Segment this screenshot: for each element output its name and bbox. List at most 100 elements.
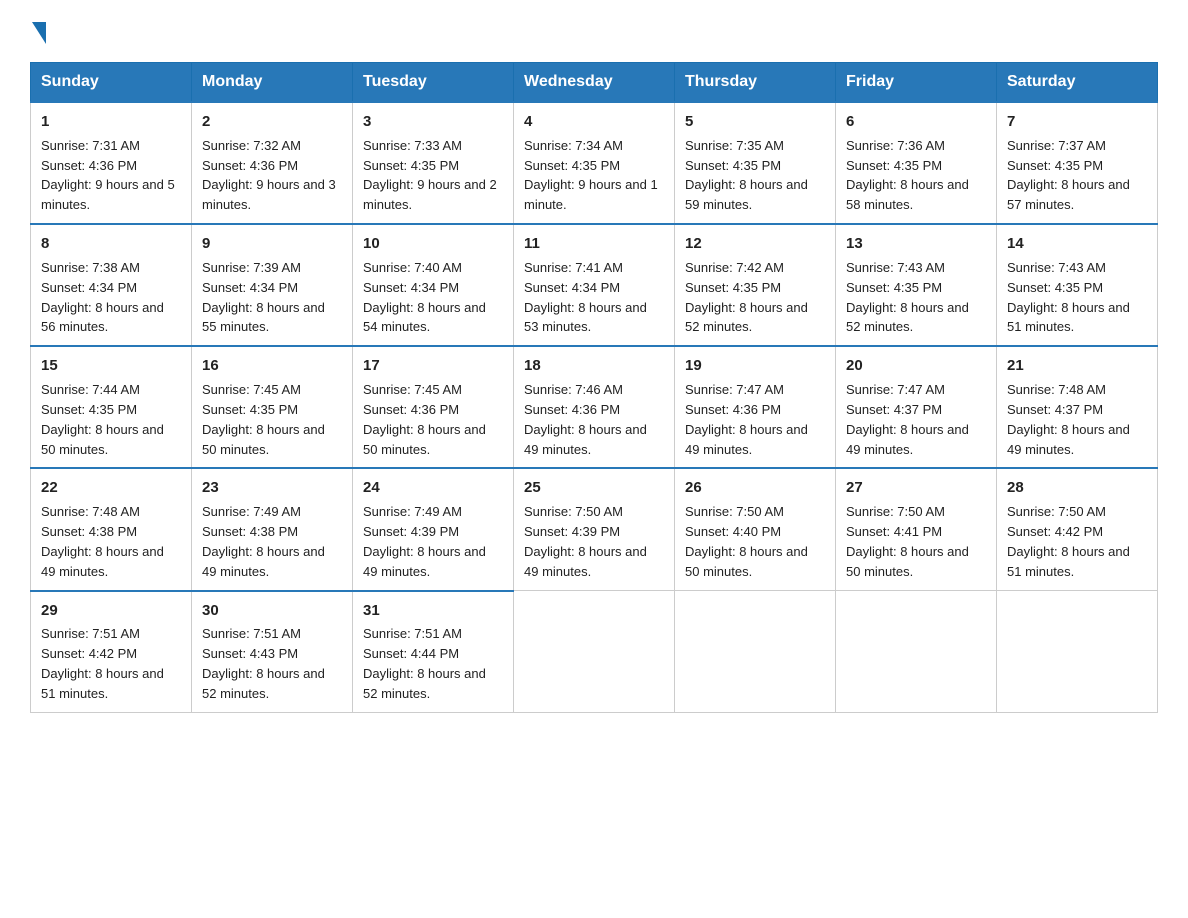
calendar-cell: 18 Sunrise: 7:46 AMSunset: 4:36 PMDayligh… [514, 346, 675, 468]
day-number: 21 [1007, 355, 1147, 377]
calendar-cell: 7 Sunrise: 7:37 AMSunset: 4:35 PMDaylight… [997, 102, 1158, 224]
calendar-cell: 2Sunrise: 7:32 AMSunset: 4:36 PMDaylight… [192, 102, 353, 224]
day-number: 7 [1007, 111, 1147, 133]
day-number: 6 [846, 111, 986, 133]
logo-arrow-icon [32, 22, 46, 44]
calendar-cell [836, 591, 997, 713]
day-info: Sunrise: 7:45 AMSunset: 4:35 PMDaylight:… [202, 382, 325, 457]
calendar-cell: 27 Sunrise: 7:50 AMSunset: 4:41 PMDayligh… [836, 468, 997, 590]
calendar-cell [514, 591, 675, 713]
weekday-header-tuesday: Tuesday [353, 63, 514, 103]
day-info: Sunrise: 7:50 AMSunset: 4:39 PMDaylight:… [524, 504, 647, 579]
calendar-cell: 8 Sunrise: 7:38 AMSunset: 4:34 PMDaylight… [31, 224, 192, 346]
calendar-cell: 21 Sunrise: 7:48 AMSunset: 4:37 PMDayligh… [997, 346, 1158, 468]
day-info: Sunrise: 7:48 AMSunset: 4:37 PMDaylight:… [1007, 382, 1130, 457]
day-info: Sunrise: 7:50 AMSunset: 4:40 PMDaylight:… [685, 504, 808, 579]
page-header [30, 20, 1158, 44]
weekday-header-row: SundayMondayTuesdayWednesdayThursdayFrid… [31, 63, 1158, 103]
weekday-header-sunday: Sunday [31, 63, 192, 103]
calendar-cell: 22Sunrise: 7:48 AMSunset: 4:38 PMDayligh… [31, 468, 192, 590]
calendar-cell: 14Sunrise: 7:43 AMSunset: 4:35 PMDayligh… [997, 224, 1158, 346]
calendar-cell: 13Sunrise: 7:43 AMSunset: 4:35 PMDayligh… [836, 224, 997, 346]
day-info: Sunrise: 7:43 AMSunset: 4:35 PMDaylight:… [846, 260, 969, 335]
calendar-cell: 20 Sunrise: 7:47 AMSunset: 4:37 PMDayligh… [836, 346, 997, 468]
day-info: Sunrise: 7:38 AMSunset: 4:34 PMDaylight:… [41, 260, 164, 335]
day-number: 16 [202, 355, 342, 377]
day-number: 25 [524, 477, 664, 499]
day-info: Sunrise: 7:51 AMSunset: 4:42 PMDaylight:… [41, 626, 164, 701]
day-info: Sunrise: 7:44 AMSunset: 4:35 PMDaylight:… [41, 382, 164, 457]
day-number: 29 [41, 600, 181, 622]
calendar-cell: 24 Sunrise: 7:49 AMSunset: 4:39 PMDayligh… [353, 468, 514, 590]
day-info: Sunrise: 7:46 AMSunset: 4:36 PMDaylight:… [524, 382, 647, 457]
week-row-3: 15 Sunrise: 7:44 AMSunset: 4:35 PMDayligh… [31, 346, 1158, 468]
day-number: 27 [846, 477, 986, 499]
day-info: Sunrise: 7:47 AMSunset: 4:36 PMDaylight:… [685, 382, 808, 457]
weekday-header-thursday: Thursday [675, 63, 836, 103]
day-info: Sunrise: 7:42 AMSunset: 4:35 PMDaylight:… [685, 260, 808, 335]
calendar-cell [675, 591, 836, 713]
calendar-cell: 9 Sunrise: 7:39 AMSunset: 4:34 PMDaylight… [192, 224, 353, 346]
weekday-header-saturday: Saturday [997, 63, 1158, 103]
day-info: Sunrise: 7:43 AMSunset: 4:35 PMDaylight:… [1007, 260, 1130, 335]
calendar-cell: 15 Sunrise: 7:44 AMSunset: 4:35 PMDayligh… [31, 346, 192, 468]
day-number: 31 [363, 600, 503, 622]
day-number: 20 [846, 355, 986, 377]
weekday-header-friday: Friday [836, 63, 997, 103]
day-info: Sunrise: 7:51 AMSunset: 4:44 PMDaylight:… [363, 626, 486, 701]
day-number: 3 [363, 111, 503, 133]
day-number: 4 [524, 111, 664, 133]
day-info: Sunrise: 7:45 AMSunset: 4:36 PMDaylight:… [363, 382, 486, 457]
calendar-table: SundayMondayTuesdayWednesdayThursdayFrid… [30, 62, 1158, 713]
day-info: Sunrise: 7:49 AMSunset: 4:39 PMDaylight:… [363, 504, 486, 579]
day-info: Sunrise: 7:35 AMSunset: 4:35 PMDaylight:… [685, 138, 808, 213]
calendar-cell: 11Sunrise: 7:41 AMSunset: 4:34 PMDayligh… [514, 224, 675, 346]
day-number: 28 [1007, 477, 1147, 499]
day-info: Sunrise: 7:47 AMSunset: 4:37 PMDaylight:… [846, 382, 969, 457]
calendar-cell: 12 Sunrise: 7:42 AMSunset: 4:35 PMDayligh… [675, 224, 836, 346]
day-number: 1 [41, 111, 181, 133]
calendar-cell: 23Sunrise: 7:49 AMSunset: 4:38 PMDayligh… [192, 468, 353, 590]
calendar-cell: 25 Sunrise: 7:50 AMSunset: 4:39 PMDayligh… [514, 468, 675, 590]
week-row-4: 22Sunrise: 7:48 AMSunset: 4:38 PMDayligh… [31, 468, 1158, 590]
calendar-cell: 1 Sunrise: 7:31 AMSunset: 4:36 PMDaylight… [31, 102, 192, 224]
day-info: Sunrise: 7:50 AMSunset: 4:41 PMDaylight:… [846, 504, 969, 579]
day-info: Sunrise: 7:50 AMSunset: 4:42 PMDaylight:… [1007, 504, 1130, 579]
calendar-cell: 3 Sunrise: 7:33 AMSunset: 4:35 PMDaylight… [353, 102, 514, 224]
calendar-cell: 10Sunrise: 7:40 AMSunset: 4:34 PMDayligh… [353, 224, 514, 346]
calendar-cell: 29 Sunrise: 7:51 AMSunset: 4:42 PMDayligh… [31, 591, 192, 713]
day-number: 18 [524, 355, 664, 377]
day-info: Sunrise: 7:31 AMSunset: 4:36 PMDaylight:… [41, 138, 175, 213]
day-number: 11 [524, 233, 664, 255]
day-info: Sunrise: 7:40 AMSunset: 4:34 PMDaylight:… [363, 260, 486, 335]
day-info: Sunrise: 7:51 AMSunset: 4:43 PMDaylight:… [202, 626, 325, 701]
calendar-cell: 16 Sunrise: 7:45 AMSunset: 4:35 PMDayligh… [192, 346, 353, 468]
day-number: 19 [685, 355, 825, 377]
day-info: Sunrise: 7:49 AMSunset: 4:38 PMDaylight:… [202, 504, 325, 579]
calendar-cell: 17 Sunrise: 7:45 AMSunset: 4:36 PMDayligh… [353, 346, 514, 468]
day-info: Sunrise: 7:32 AMSunset: 4:36 PMDaylight:… [202, 138, 336, 213]
calendar-cell: 30 Sunrise: 7:51 AMSunset: 4:43 PMDayligh… [192, 591, 353, 713]
day-info: Sunrise: 7:33 AMSunset: 4:35 PMDaylight:… [363, 138, 497, 213]
week-row-5: 29 Sunrise: 7:51 AMSunset: 4:42 PMDayligh… [31, 591, 1158, 713]
day-number: 30 [202, 600, 342, 622]
day-number: 17 [363, 355, 503, 377]
logo [30, 20, 46, 44]
week-row-2: 8 Sunrise: 7:38 AMSunset: 4:34 PMDaylight… [31, 224, 1158, 346]
calendar-cell: 31 Sunrise: 7:51 AMSunset: 4:44 PMDayligh… [353, 591, 514, 713]
day-number: 8 [41, 233, 181, 255]
week-row-1: 1 Sunrise: 7:31 AMSunset: 4:36 PMDaylight… [31, 102, 1158, 224]
day-number: 9 [202, 233, 342, 255]
day-number: 15 [41, 355, 181, 377]
weekday-header-wednesday: Wednesday [514, 63, 675, 103]
calendar-cell [997, 591, 1158, 713]
day-info: Sunrise: 7:37 AMSunset: 4:35 PMDaylight:… [1007, 138, 1130, 213]
calendar-cell: 28 Sunrise: 7:50 AMSunset: 4:42 PMDayligh… [997, 468, 1158, 590]
day-number: 24 [363, 477, 503, 499]
calendar-cell: 4Sunrise: 7:34 AMSunset: 4:35 PMDaylight… [514, 102, 675, 224]
day-info: Sunrise: 7:39 AMSunset: 4:34 PMDaylight:… [202, 260, 325, 335]
day-number: 12 [685, 233, 825, 255]
day-number: 26 [685, 477, 825, 499]
day-info: Sunrise: 7:48 AMSunset: 4:38 PMDaylight:… [41, 504, 164, 579]
day-info: Sunrise: 7:36 AMSunset: 4:35 PMDaylight:… [846, 138, 969, 213]
